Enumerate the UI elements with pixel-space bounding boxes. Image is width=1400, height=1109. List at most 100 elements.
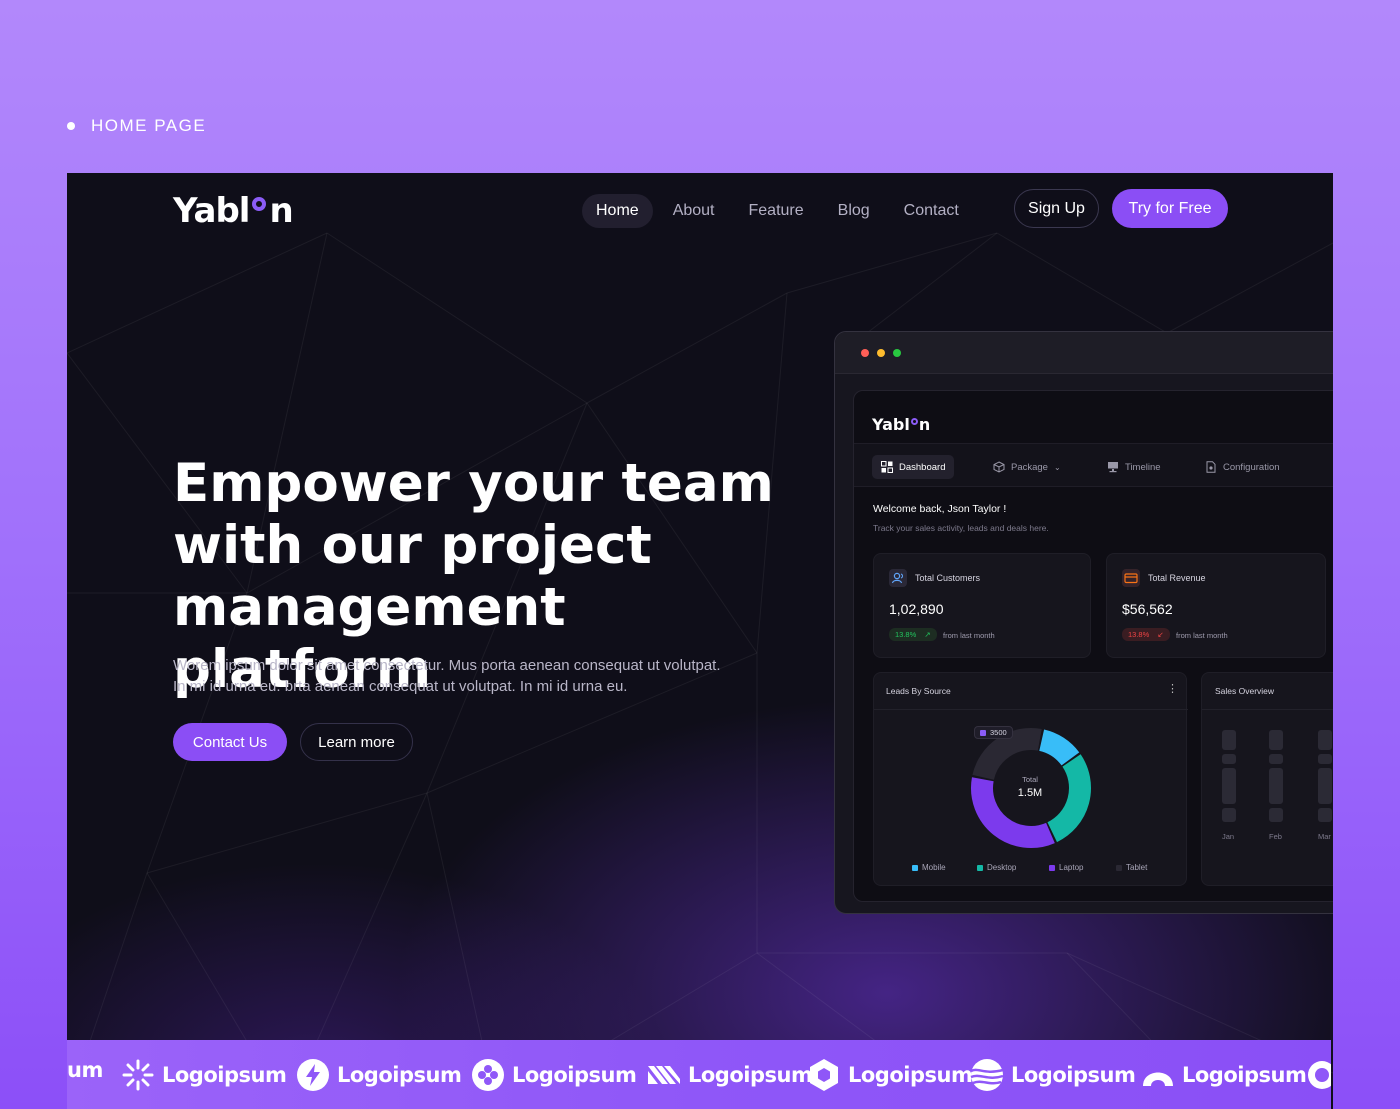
mockup-titlebar: [835, 332, 1333, 374]
donut-center-value: 1.5M: [1017, 787, 1043, 799]
hero-desc-line-1: Worem ipsum dolor sit amet consectetur. …: [173, 657, 721, 674]
partner-logo-4-label: Logoipsum: [688, 1063, 813, 1087]
legend-laptop-swatch: [1049, 864, 1055, 871]
partner-logo-0: um: [67, 1058, 103, 1082]
dashboard-logo-right: n: [918, 415, 931, 434]
hexagon-icon: [810, 1059, 838, 1091]
donut-slice-tablet: [972, 728, 1042, 781]
tab-dashboard[interactable]: Dashboard: [872, 455, 955, 479]
sales-bar-feb: [1269, 730, 1283, 822]
revenue-change-badge: 13.8% ↙: [1122, 628, 1170, 641]
partner-logo-6-label: Logoipsum: [1011, 1063, 1136, 1087]
total-customers-value: 1,02,890: [889, 601, 944, 617]
sales-bar-jan: [1222, 730, 1236, 822]
partner-logo-7: Logoipsum: [1141, 1058, 1307, 1092]
revenue-change-value: 13.8%: [1128, 630, 1150, 639]
total-revenue-title: Total Revenue: [1148, 573, 1206, 583]
legend-tablet: Tablet: [1116, 863, 1147, 872]
sales-title: Sales Overview: [1215, 686, 1275, 696]
nav-contact[interactable]: Contact: [890, 194, 973, 228]
arrow-up-right-icon: ↗: [924, 630, 931, 639]
arch-icon: [1143, 1072, 1173, 1086]
nav-home[interactable]: Home: [582, 194, 653, 228]
dashboard-logo-left: Yabl: [872, 415, 910, 434]
partner-logo-4: Logoipsum: [647, 1058, 813, 1092]
tooltip-swatch: [980, 729, 986, 736]
tab-configuration-label: Configuration: [1223, 461, 1280, 473]
logo-text-left: Yabl: [173, 191, 250, 231]
clover-icon: [472, 1059, 504, 1091]
sales-overview-card: Sales Overview Jan Feb Mar: [1201, 672, 1333, 886]
partner-logo-3: Logoipsum: [471, 1058, 637, 1092]
legend-mobile: Mobile: [912, 863, 946, 872]
legend-desktop-swatch: [977, 864, 983, 871]
sales-month-mar: Mar: [1318, 832, 1331, 841]
partner-logo-1-label: Logoipsum: [162, 1063, 287, 1087]
legend-desktop: Desktop: [977, 863, 1016, 872]
gear-icon: [1308, 1061, 1331, 1089]
tab-timeline[interactable]: Timeline: [1098, 455, 1170, 479]
wave-globe-icon: [970, 1059, 1004, 1091]
learn-more-button[interactable]: Learn more: [300, 723, 413, 761]
sales-bar-mar: [1318, 730, 1332, 822]
more-vertical-icon[interactable]: ⋮: [1167, 682, 1178, 695]
file-icon: [1206, 461, 1216, 473]
legend-laptop: Laptop: [1049, 863, 1083, 872]
legend-laptop-label: Laptop: [1059, 863, 1084, 872]
partner-logo-strip: um Logoipsum Logoipsum Logoipsum Logoips…: [67, 1040, 1331, 1109]
logo-text-right: n: [269, 191, 293, 231]
total-revenue-value: $56,562: [1122, 601, 1173, 617]
donut-tooltip: 3500: [974, 726, 1013, 739]
yablon-logo[interactable]: Yabl n: [173, 191, 294, 231]
traffic-light-yellow: [877, 348, 885, 357]
users-icon: [889, 569, 907, 587]
partner-logo-1: Logoipsum: [121, 1058, 287, 1092]
section-label-text: HOME PAGE: [91, 116, 207, 135]
leads-title: Leads By Source: [886, 686, 951, 696]
sales-month-feb: Feb: [1269, 832, 1282, 841]
tab-package[interactable]: Package ⌄: [984, 455, 1070, 479]
donut-center-label: Total: [1022, 775, 1038, 784]
grid-icon: [881, 461, 893, 473]
tab-dashboard-label: Dashboard: [899, 461, 946, 473]
traffic-light-red: [861, 348, 869, 357]
try-for-free-button[interactable]: Try for Free: [1112, 189, 1228, 228]
welcome-message: Welcome back, Json Taylor !: [873, 503, 1007, 515]
welcome-subtitle: Track your sales activity, leads and dea…: [873, 523, 1049, 533]
nav-blog[interactable]: Blog: [824, 194, 884, 228]
dashboard-logo: Yabl n: [872, 415, 930, 434]
donut-slice-mobile: [1038, 729, 1080, 766]
nav-about[interactable]: About: [659, 194, 729, 228]
dashboard-tabs: Dashboard Package ⌄ Timeline Configurati…: [854, 443, 1333, 487]
tab-package-label: Package: [1011, 461, 1048, 473]
partner-logo-5-label: Logoipsum: [848, 1063, 973, 1087]
nav-feature[interactable]: Feature: [735, 194, 818, 228]
card-divider: [874, 709, 1188, 710]
sales-month-jan: Jan: [1222, 832, 1235, 841]
partner-logo-6: Logoipsum: [970, 1058, 1136, 1092]
partner-logo-7-label: Logoipsum: [1182, 1063, 1307, 1087]
partner-logo-2-label: Logoipsum: [337, 1063, 462, 1087]
card-divider: [1202, 709, 1333, 710]
tooltip-value: 3500: [990, 728, 1007, 737]
bolt-icon: [297, 1059, 329, 1091]
partner-logo-5: Logoipsum: [807, 1058, 973, 1092]
hero-title-line-2: with our project: [173, 515, 652, 576]
tab-timeline-label: Timeline: [1125, 461, 1161, 473]
sign-up-button[interactable]: Sign Up: [1014, 189, 1099, 228]
bullet-dot: [67, 122, 75, 130]
legend-mobile-swatch: [912, 864, 918, 871]
logo-ring-icon: [252, 197, 267, 211]
stripes-icon: [648, 1066, 680, 1084]
contact-us-button[interactable]: Contact Us: [173, 723, 287, 761]
dashboard-app: Yabl n Dashboard Package ⌄ Timeline Conf…: [853, 390, 1333, 902]
traffic-light-green: [893, 348, 901, 357]
section-label: HOME PAGE: [67, 116, 206, 136]
homepage-frame: Yabl n Home About Feature Blog Contact S…: [67, 173, 1333, 1109]
legend-tablet-label: Tablet: [1126, 863, 1148, 872]
dashboard-logo-ring-icon: [910, 418, 918, 425]
credit-card-icon: [1122, 569, 1140, 587]
total-revenue-card: Total Revenue $56,562 13.8% ↙ from last …: [1106, 553, 1326, 658]
legend-mobile-label: Mobile: [922, 863, 946, 872]
tab-configuration[interactable]: Configuration: [1196, 455, 1289, 479]
